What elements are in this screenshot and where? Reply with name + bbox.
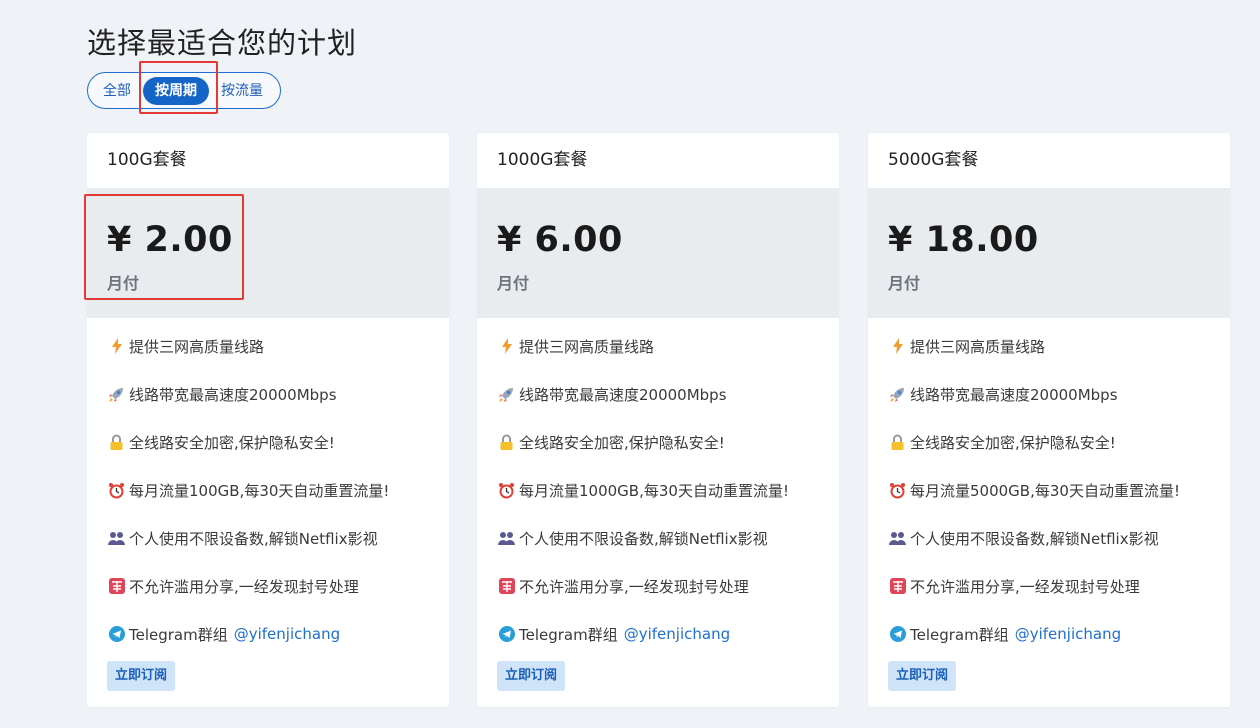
feature-item: 每月流量5000GB,每30天自动重置流量!: [889, 466, 1230, 514]
filter-all-button[interactable]: 全部: [91, 77, 143, 105]
feature-text: 不允许滥用分享,一经发现封号处理: [519, 577, 749, 596]
plan-card: 1000G套餐 ¥ 6.00 月付 提供三网高质量线路 线路带宽最高速度2000…: [477, 133, 839, 707]
feature-item: 提供三网高质量线路: [889, 322, 1230, 370]
price-block: ¥ 2.00 月付: [87, 188, 449, 318]
feature-item: 不允许滥用分享,一经发现封号处理: [108, 562, 449, 610]
plan-price: ¥ 18.00: [888, 220, 1039, 260]
feature-item: 提供三网高质量线路: [108, 322, 449, 370]
telegram-link[interactable]: @yifenjichang: [1015, 625, 1121, 643]
lightning-icon: [498, 338, 515, 355]
feature-item: 线路带宽最高速度20000Mbps: [889, 370, 1230, 418]
prohibited-icon: [889, 578, 906, 595]
lock-icon: [498, 434, 515, 451]
feature-text: 每月流量100GB,每30天自动重置流量!: [129, 481, 390, 500]
plan-period: 月付: [107, 274, 140, 293]
prohibited-icon: [108, 578, 125, 595]
alarm-clock-icon: [498, 482, 515, 499]
telegram-row: Telegram群组 @yifenjichang: [889, 610, 1230, 658]
price-block: ¥ 18.00 月付: [868, 188, 1230, 318]
plan-name: 5000G套餐: [888, 150, 979, 170]
feature-text: 每月流量5000GB,每30天自动重置流量!: [910, 481, 1180, 500]
rocket-icon: [108, 386, 125, 403]
plan-name: 1000G套餐: [497, 150, 588, 170]
telegram-row: Telegram群组 @yifenjichang: [108, 610, 449, 658]
feature-item: 提供三网高质量线路: [498, 322, 839, 370]
feature-item: 个人使用不限设备数,解锁Netflix影视: [498, 514, 839, 562]
feature-list: 提供三网高质量线路 线路带宽最高速度20000Mbps 全线路安全加密,保护隐私…: [477, 318, 839, 658]
feature-item: 不允许滥用分享,一经发现封号处理: [889, 562, 1230, 610]
price-block: ¥ 6.00 月付: [477, 188, 839, 318]
users-icon: [889, 530, 906, 547]
lightning-icon: [108, 338, 125, 355]
feature-item: 每月流量100GB,每30天自动重置流量!: [108, 466, 449, 514]
plan-price: ¥ 2.00: [107, 220, 233, 260]
telegram-icon: [108, 626, 125, 643]
alarm-clock-icon: [108, 482, 125, 499]
plan-filter-group: 全部 按周期 按流量: [87, 72, 281, 109]
feature-text: 不允许滥用分享,一经发现封号处理: [910, 577, 1140, 596]
plan-price: ¥ 6.00: [497, 220, 623, 260]
telegram-icon: [498, 626, 515, 643]
plan-card: 5000G套餐 ¥ 18.00 月付 提供三网高质量线路 线路带宽最高速度200…: [868, 133, 1230, 707]
feature-text: 个人使用不限设备数,解锁Netflix影视: [910, 529, 1159, 548]
feature-text: 全线路安全加密,保护隐私安全!: [129, 433, 335, 452]
subscribe-button[interactable]: 立即订阅: [888, 661, 957, 691]
feature-text: 提供三网高质量线路: [519, 337, 655, 356]
telegram-icon: [889, 626, 906, 643]
prohibited-icon: [498, 578, 515, 595]
feature-text: 全线路安全加密,保护隐私安全!: [519, 433, 725, 452]
feature-text: 不允许滥用分享,一经发现封号处理: [129, 577, 359, 596]
feature-text: 每月流量1000GB,每30天自动重置流量!: [519, 481, 789, 500]
telegram-label: Telegram群组: [910, 625, 1009, 644]
feature-text: 提供三网高质量线路: [129, 337, 265, 356]
feature-item: 全线路安全加密,保护隐私安全!: [498, 418, 839, 466]
filter-by-traffic-button[interactable]: 按流量: [209, 77, 275, 105]
feature-list: 提供三网高质量线路 线路带宽最高速度20000Mbps 全线路安全加密,保护隐私…: [868, 318, 1230, 658]
plan-period: 月付: [888, 274, 921, 293]
feature-item: 全线路安全加密,保护隐私安全!: [889, 418, 1230, 466]
rocket-icon: [889, 386, 906, 403]
feature-item: 个人使用不限设备数,解锁Netflix影视: [889, 514, 1230, 562]
filter-by-period-button[interactable]: 按周期: [143, 76, 209, 105]
plan-name: 100G套餐: [107, 150, 187, 170]
plan-period: 月付: [497, 274, 530, 293]
lock-icon: [889, 434, 906, 451]
feature-text: 个人使用不限设备数,解锁Netflix影视: [519, 529, 768, 548]
rocket-icon: [498, 386, 515, 403]
feature-item: 不允许滥用分享,一经发现封号处理: [498, 562, 839, 610]
feature-text: 线路带宽最高速度20000Mbps: [910, 385, 1118, 404]
alarm-clock-icon: [889, 482, 906, 499]
feature-text: 全线路安全加密,保护隐私安全!: [910, 433, 1116, 452]
telegram-label: Telegram群组: [129, 625, 228, 644]
telegram-link[interactable]: @yifenjichang: [234, 625, 340, 643]
lock-icon: [108, 434, 125, 451]
feature-item: 全线路安全加密,保护隐私安全!: [108, 418, 449, 466]
feature-item: 线路带宽最高速度20000Mbps: [108, 370, 449, 418]
telegram-link[interactable]: @yifenjichang: [624, 625, 730, 643]
page-title: 选择最适合您的计划: [87, 26, 358, 60]
users-icon: [108, 530, 125, 547]
subscribe-button[interactable]: 立即订阅: [497, 661, 566, 691]
plan-card: 100G套餐 ¥ 2.00 月付 提供三网高质量线路 线路带宽最高速度20000…: [87, 133, 449, 707]
telegram-label: Telegram群组: [519, 625, 618, 644]
lightning-icon: [889, 338, 906, 355]
feature-text: 提供三网高质量线路: [910, 337, 1046, 356]
telegram-row: Telegram群组 @yifenjichang: [498, 610, 839, 658]
feature-text: 个人使用不限设备数,解锁Netflix影视: [129, 529, 378, 548]
feature-list: 提供三网高质量线路 线路带宽最高速度20000Mbps 全线路安全加密,保护隐私…: [87, 318, 449, 658]
feature-text: 线路带宽最高速度20000Mbps: [129, 385, 337, 404]
users-icon: [498, 530, 515, 547]
subscribe-button[interactable]: 立即订阅: [107, 661, 176, 691]
feature-item: 每月流量1000GB,每30天自动重置流量!: [498, 466, 839, 514]
feature-item: 线路带宽最高速度20000Mbps: [498, 370, 839, 418]
feature-text: 线路带宽最高速度20000Mbps: [519, 385, 727, 404]
feature-item: 个人使用不限设备数,解锁Netflix影视: [108, 514, 449, 562]
